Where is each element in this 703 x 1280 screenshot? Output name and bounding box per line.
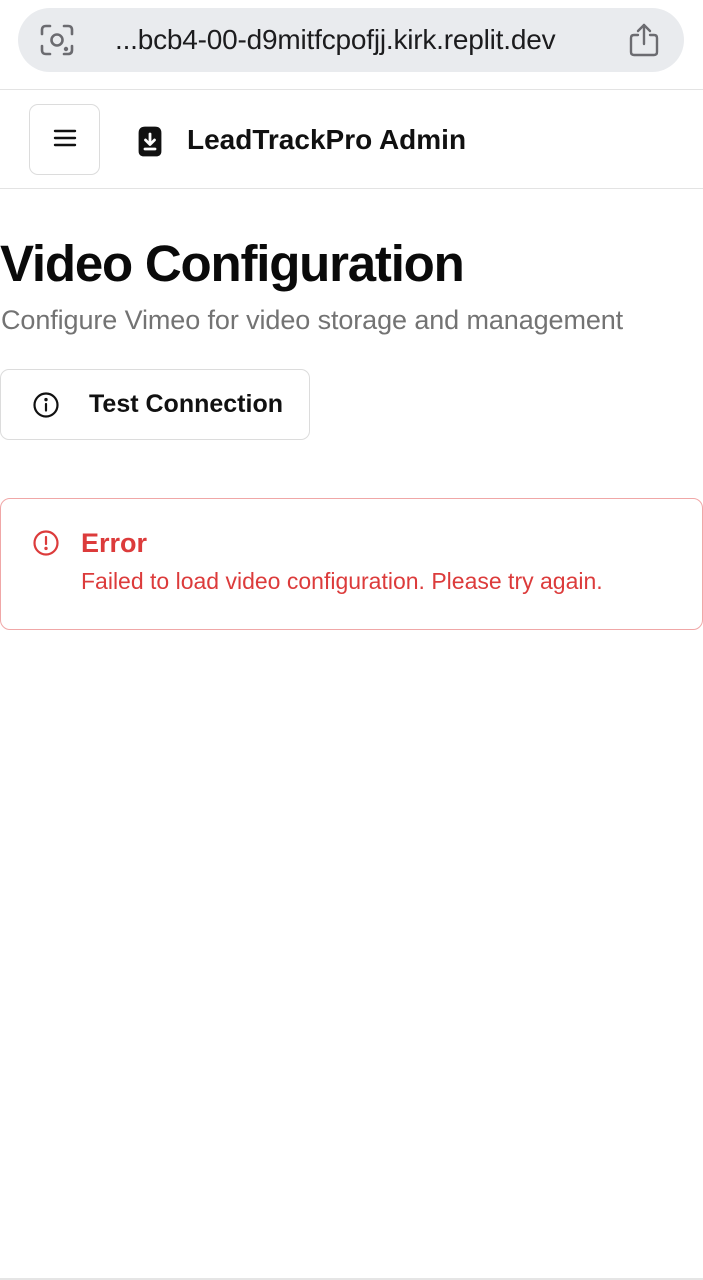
error-message: Failed to load video configuration. Plea…	[81, 568, 603, 594]
error-alert: Error Failed to load video configuration…	[0, 498, 703, 630]
app-header: LeadTrackPro Admin	[0, 90, 703, 189]
alert-circle-icon	[32, 529, 60, 557]
test-connection-button[interactable]: Test Connection	[0, 369, 310, 440]
page-title: Video Configuration	[0, 235, 465, 292]
test-connection-label: Test Connection	[89, 390, 283, 418]
menu-button[interactable]	[29, 104, 100, 175]
hamburger-menu-icon	[53, 128, 77, 151]
url-text[interactable]: ...bcb4-00-d9mitfcpofjj.kirk.replit.dev	[115, 8, 556, 72]
page-subtitle: Configure Vimeo for video storage and ma…	[1, 305, 624, 335]
info-icon	[32, 391, 60, 419]
camera-scan-icon[interactable]	[40, 24, 74, 56]
share-icon[interactable]	[628, 23, 660, 57]
app-title: LeadTrackPro Admin	[187, 124, 467, 155]
url-field[interactable]: ...bcb4-00-d9mitfcpofjj.kirk.replit.dev	[18, 8, 684, 72]
browser-address-bar: ...bcb4-00-d9mitfcpofjj.kirk.replit.dev	[0, 0, 703, 90]
error-title: Error	[81, 528, 148, 558]
bookmark-download-icon	[136, 125, 164, 157]
